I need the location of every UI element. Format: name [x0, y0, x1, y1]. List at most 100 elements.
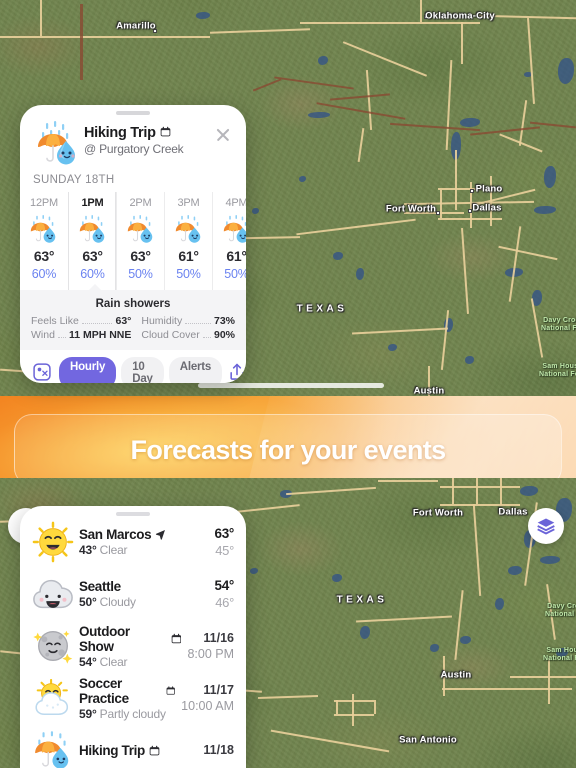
metric-key: Cloud Cover [141, 329, 200, 341]
hour-column-3[interactable]: 3PM 61° 50% [164, 192, 212, 290]
row-subtitle: 54° Clear [79, 654, 128, 669]
card-drag-handle[interactable] [116, 111, 150, 115]
forecast-day-label: SUNDAY 18TH [33, 174, 115, 186]
list-item[interactable]: San Marcos 43° Clear 63° 45° [20, 516, 246, 568]
app-root: Amarillo Oklahoma-City Plano Dallas Fort Wor… [0, 0, 576, 768]
list-item[interactable]: Seattle 50° Cloudy 54° 46° [20, 568, 246, 620]
row-title-group: Hiking Trip [79, 743, 197, 758]
map-label: Austin [440, 669, 472, 681]
row-title-group: San Marcos [79, 527, 208, 542]
tab-hourly[interactable]: Hourly [59, 357, 117, 383]
hour-column-2[interactable]: 2PM 63° 50% [116, 192, 164, 290]
row-time: 10:00 AM [181, 699, 234, 713]
location-arrow-icon [155, 529, 166, 540]
map-layers-icon [537, 518, 555, 535]
sun-smile-icon [32, 521, 74, 563]
map-label: San Antonio [399, 734, 457, 746]
metric-dots [202, 337, 211, 338]
row-title: Seattle [79, 579, 121, 594]
event-title-row: Hiking Trip [84, 125, 212, 141]
moon-stars-icon [32, 625, 74, 667]
metric-dots [57, 337, 66, 338]
hour-time: 1PM [81, 197, 104, 209]
map-layers-button[interactable] [528, 508, 564, 544]
locations-list[interactable]: San Marcos 43° Clear 63° 45° Seattle 50° Clou… [20, 506, 246, 768]
map-label: Austin [413, 385, 445, 397]
hourly-scroller[interactable]: 12PM 63° 60% 1PM 63° 60% 2PM 63° 50% 3PM 61° 50% 4PM… [20, 192, 246, 290]
map-label: Dallas [472, 202, 502, 214]
list-drag-handle[interactable] [116, 512, 150, 516]
forecast-detail-panel: Rain showers Feels Like 63° Humidity 73% Win… [20, 284, 246, 350]
tab-group[interactable]: Hourly 10 Day Alerts [59, 357, 223, 383]
hour-temp: 61° [178, 248, 199, 264]
row-date: 11/17 [203, 683, 234, 697]
tab-alerts[interactable]: Alerts [168, 357, 223, 383]
calendar-icon [166, 685, 175, 696]
row-title-group: Seattle [79, 579, 208, 594]
hour-column-1[interactable]: 1PM 63° 60% [68, 192, 116, 290]
map-label: Sam HoustonNational Forest [543, 646, 576, 662]
metric-key: Humidity [141, 315, 183, 327]
hour-precip-chance: 50% [224, 267, 246, 281]
row-date: 11/18 [203, 743, 234, 757]
map-label: Oklahoma-City [425, 10, 495, 22]
condition-label: Rain showers [95, 298, 171, 310]
row-high-temp: 54° [214, 578, 234, 593]
metric-key: Wind [31, 329, 55, 341]
map-label: TEXAS [336, 594, 388, 606]
metric-value: 73% [213, 315, 235, 327]
umbrella-rain-icon [28, 215, 60, 243]
hour-precip-chance: 50% [176, 267, 201, 281]
row-title-group: Soccer Practice [79, 676, 175, 706]
metric-dots [185, 323, 211, 324]
umbrella-rain-icon [125, 215, 157, 243]
hour-precip-chance: 60% [80, 267, 105, 281]
hour-temp: 63° [33, 248, 55, 264]
list-item[interactable]: Soccer Practice 59° Partly cloudy 11/17 10:… [20, 672, 246, 724]
metric-key: Feels Like [31, 315, 79, 327]
row-title: Hiking Trip [79, 742, 145, 758]
hour-temp: 63° [82, 248, 103, 264]
row-high-temp: 63° [214, 526, 234, 541]
close-button[interactable] [212, 124, 234, 146]
sun-cloud-icon [32, 677, 74, 719]
hour-temp: 63° [130, 248, 151, 264]
hour-time: 12PM [30, 197, 58, 209]
metric-value: 63° [115, 315, 132, 327]
row-title-group: Outdoor Show [79, 624, 181, 654]
umbrella-rain-droplet-icon [32, 121, 80, 165]
hour-time: 4PM [225, 197, 246, 209]
hour-time: 3PM [177, 197, 200, 209]
hour-time: 2PM [129, 197, 152, 209]
event-forecast-card[interactable]: Hiking Trip @ Purgatory Creek SUNDAY 18T… [20, 105, 246, 383]
hour-column-4[interactable]: 4PM 61° 50% [212, 192, 246, 290]
row-title: Outdoor Show [79, 623, 130, 654]
detail-metrics: Feels Like 63° Humidity 73% Wind 11 MPH NNE Cl… [31, 315, 235, 341]
card-tabbar[interactable]: Hourly 10 Day Alerts [20, 350, 246, 383]
map-label: Davy CrockettNational Forest [541, 316, 576, 332]
metric-value: 11 MPH NNE [68, 329, 132, 341]
metric-value: 90% [213, 329, 235, 341]
map-city-dot [436, 211, 440, 215]
list-item[interactable]: Hiking Trip 11/18 [20, 724, 246, 768]
detail-metric: Feels Like 63° [31, 315, 131, 327]
map-city-dot [470, 189, 474, 193]
list-item[interactable]: Outdoor Show 54° Clear 11/16 8:00 PM [20, 620, 246, 672]
map-label: Fort Worth [385, 203, 437, 215]
map-pin-square-icon[interactable] [32, 362, 54, 383]
hourly-list[interactable]: 12PM 63° 60% 1PM 63° 60% 2PM 63° 50% 3PM 61° 50% 4PM… [20, 192, 246, 290]
map-city-dot [468, 209, 472, 213]
tab-10-day[interactable]: 10 Day [121, 357, 164, 383]
locations-list-card[interactable]: San Marcos 43° Clear 63° 45° Seattle 50° Clou… [20, 506, 246, 768]
metric-dots [81, 323, 113, 324]
hour-column-0[interactable]: 12PM 63° 60% [20, 192, 68, 290]
detail-metric: Humidity 73% [141, 315, 235, 327]
map-scroll-indicator[interactable] [198, 383, 384, 388]
row-low-temp: 46° [215, 595, 234, 610]
map-label: Davy CrockettNational Forest [545, 602, 576, 618]
calendar-icon [171, 633, 182, 644]
banner-pill: Forecasts for your events [14, 414, 562, 486]
row-title: Soccer Practice [79, 675, 129, 706]
card-header-text: Hiking Trip @ Purgatory Creek [84, 121, 212, 156]
calendar-icon [149, 745, 160, 756]
